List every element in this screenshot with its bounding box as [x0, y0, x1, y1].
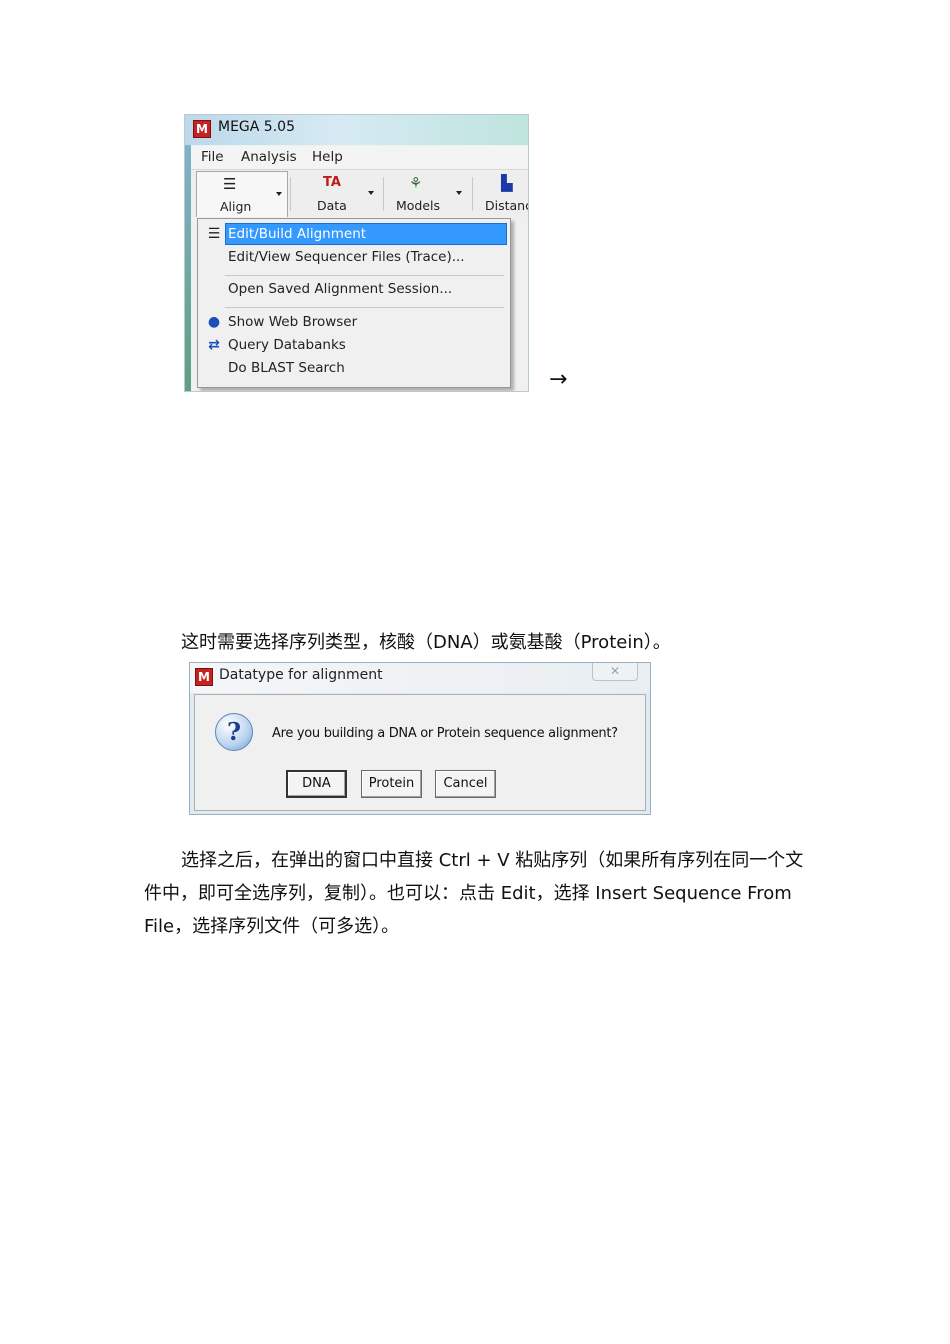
- toolbar-data-button[interactable]: TA Data: [293, 171, 381, 217]
- menu-divider: [225, 275, 504, 276]
- dialog-title: Datatype for alignment: [219, 667, 383, 683]
- mega-toolbar: ☰ Align TA Data ⚘ Models ▙ Distanc: [191, 171, 528, 217]
- mega-logo-icon: M: [195, 668, 213, 686]
- menu-help[interactable]: Help: [312, 149, 343, 165]
- toolbar-models-label: Models: [396, 198, 441, 213]
- cancel-button[interactable]: Cancel: [435, 770, 496, 798]
- dialog-title-bar: M Datatype for alignment ✕: [190, 663, 650, 693]
- instruction-paragraph-2: 选择之后，在弹出的窗口中直接 Ctrl + V 粘贴序列（如果所有序列在同一个文…: [144, 850, 804, 937]
- dialog-body: ? Are you building a DNA or Protein sequ…: [194, 694, 646, 811]
- toolbar-separator: [290, 177, 291, 211]
- menu-divider: [225, 307, 504, 308]
- toolbar-data-label: Data: [317, 198, 347, 213]
- align-lines-icon: ☰: [207, 226, 221, 242]
- chevron-down-icon[interactable]: [368, 191, 374, 195]
- menu-item-do-blast-search[interactable]: Do BLAST Search: [201, 357, 507, 379]
- instruction-paragraph-1: 这时需要选择序列类型，核酸（DNA）或氨基酸（Protein）。: [181, 632, 671, 653]
- protein-button[interactable]: Protein: [361, 770, 422, 798]
- toolbar-models-button[interactable]: ⚘ Models: [387, 171, 469, 217]
- dialog-message: Are you building a DNA or Protein sequen…: [272, 726, 618, 741]
- menu-file[interactable]: File: [201, 149, 224, 165]
- toolbar-separator: [472, 177, 473, 211]
- menu-item-show-web-browser[interactable]: ● Show Web Browser: [201, 311, 507, 333]
- menu-item-open-saved-alignment-session[interactable]: Open Saved Alignment Session...: [201, 278, 507, 300]
- toolbar-distance-label: Distanc: [485, 198, 529, 213]
- menu-item-label: Edit/Build Alignment: [228, 226, 367, 242]
- menu-item-label: Do BLAST Search: [228, 360, 345, 376]
- menu-item-label: Show Web Browser: [228, 314, 358, 330]
- close-icon[interactable]: ✕: [592, 663, 638, 681]
- chevron-down-icon[interactable]: [456, 191, 462, 195]
- question-icon: ?: [215, 713, 253, 751]
- menu-item-edit-build-alignment[interactable]: ☰ Edit/Build Alignment: [201, 223, 507, 245]
- menu-item-edit-view-sequencer-files[interactable]: Edit/View Sequencer Files (Trace)...: [201, 246, 507, 268]
- menu-item-label: Edit/View Sequencer Files (Trace)...: [228, 249, 465, 265]
- menu-analysis[interactable]: Analysis: [241, 149, 297, 165]
- menu-item-label: Open Saved Alignment Session...: [228, 281, 453, 297]
- toolbar-distance-button[interactable]: ▙ Distanc: [476, 171, 529, 217]
- mega-menubar: File Analysis Help: [191, 146, 528, 170]
- menu-item-label: Query Databanks: [228, 337, 346, 353]
- data-ta-icon: TA: [323, 175, 341, 190]
- datatype-dialog-screenshot: M Datatype for alignment ✕ ? Are you bui…: [189, 662, 651, 815]
- mega-main-window-screenshot: M MEGA 5.05 File Analysis Help ☰ Align T…: [184, 114, 529, 392]
- dna-button[interactable]: DNA: [286, 770, 347, 798]
- models-tree-icon: ⚘: [409, 174, 423, 192]
- toolbar-align-label: Align: [220, 199, 252, 214]
- mega-title-bar: M MEGA 5.05: [185, 115, 528, 145]
- align-lines-icon: ☰: [223, 175, 237, 193]
- mega-window-title: MEGA 5.05: [218, 119, 295, 135]
- toolbar-align-button[interactable]: ☰ Align: [196, 171, 288, 217]
- menu-item-query-databanks[interactable]: ⇄ Query Databanks: [201, 334, 507, 356]
- chevron-down-icon[interactable]: [276, 192, 282, 196]
- query-databanks-icon: ⇄: [208, 337, 220, 353]
- right-arrow-icon: →: [549, 367, 568, 392]
- globe-icon: ●: [207, 314, 221, 330]
- mega-logo-icon: M: [193, 120, 211, 138]
- toolbar-separator: [383, 177, 384, 211]
- distance-chart-icon: ▙: [501, 174, 513, 192]
- align-dropdown-menu: ☰ Edit/Build Alignment Edit/View Sequenc…: [197, 218, 511, 388]
